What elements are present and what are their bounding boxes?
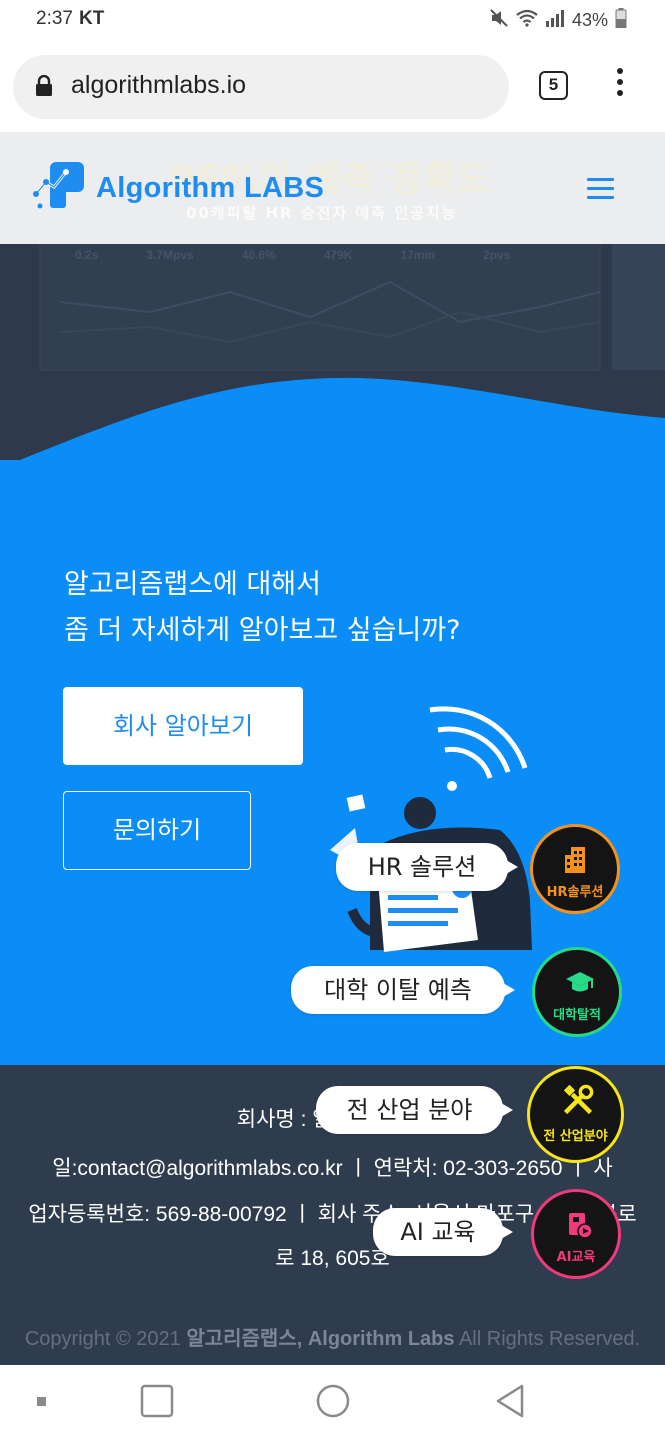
all-industries-button[interactable]: 전 산업분야 [527,1066,624,1163]
address-bar[interactable]: algorithmlabs.io [13,55,509,119]
hamburger-menu-icon[interactable] [587,178,614,199]
site-header: 96%의 예측 정확도 00캐피탈 HR 승진자 예측 인공지능 Algorit… [0,132,665,244]
home-icon [316,1384,350,1418]
bg-stat: 0.2s [75,248,99,262]
wifi-icon [516,9,538,32]
signal-icon [545,9,565,32]
recent-apps-icon [140,1384,174,1418]
lock-icon [35,74,53,101]
bg-stat: 2pvs [483,248,511,262]
tools-icon [563,1084,594,1115]
battery-icon [615,8,627,33]
bg-stat: 17min [400,248,436,262]
bg-stat: 40.6% [241,248,276,262]
about-line-2: 좀 더 자세하게 알아보고 싶습니까? [64,615,461,646]
site-logo[interactable]: Algorithm LABS [32,160,324,216]
hero-background-stats: 0.2s 3.7Mpvs 40.6% 479K 17min 2pvs [75,248,510,262]
ai-video-icon [569,1213,593,1239]
bg-stat: 479K [323,248,353,262]
tooltip-ai-education: AI 교육 [373,1208,513,1256]
tooltip-university-dropout: 대학 이탈 예측 [291,966,515,1014]
mute-icon [489,8,509,33]
graduation-cap-icon [566,972,594,992]
hr-solution-button[interactable]: HR솔루션 [530,824,620,914]
system-navigation-bar [0,1365,665,1440]
clock: 2:37 [36,8,73,29]
copyright-suffix: All Rights Reserved. [454,1328,641,1350]
copyright-prefix: Copyright © 2021 [24,1328,187,1350]
university-dropout-label: 대학탈적 [553,1008,601,1023]
copyright-company: 알고리즘랩스, Algorithm Labs [186,1328,455,1350]
carrier: KT [78,8,105,29]
ai-education-button[interactable]: AI교육 [531,1189,621,1279]
battery-percent: 43% [571,10,608,30]
small-square-icon [37,1397,46,1406]
bg-stat: 3.7Mpvs [146,248,194,262]
tab-switcher-button[interactable]: 5 [539,71,568,100]
status-icons: 43% [489,8,627,33]
about-heading: 알고리즘랩스에 대해서 좀 더 자세하게 알아보고 싶습니까? [64,562,460,654]
copyright: Copyright © 2021 알고리즘랩스, Algorithm Labs … [0,1322,665,1351]
back-icon [496,1384,524,1418]
company-about-button[interactable]: 회사 알아보기 [63,687,303,765]
tooltip-hr-solution: HR 솔루션 [336,843,518,891]
tooltip-all-industries: 전 산업 분야 [316,1086,513,1134]
all-industries-label: 전 산업분야 [543,1129,608,1144]
browser-menu-icon[interactable] [610,68,630,108]
logo-text: Algorithm LABS [96,171,325,204]
logo-icon [32,160,88,216]
browser-toolbar: algorithmlabs.io 5 [0,44,665,132]
university-dropout-button[interactable]: 대학탈적 [532,947,622,1037]
status-bar: 2:37 KT 43% [0,0,665,44]
url-text: algorithmlabs.io [71,71,247,99]
building-icon [565,847,585,873]
status-time: 2:37 KT [36,8,104,30]
contact-button[interactable]: 문의하기 [63,791,251,870]
hr-solution-label: HR솔루션 [546,885,604,900]
system-navigation-icons [37,1384,524,1418]
ai-education-label: AI교육 [556,1250,596,1265]
about-line-1: 알고리즘랩스에 대해서 [64,569,321,600]
